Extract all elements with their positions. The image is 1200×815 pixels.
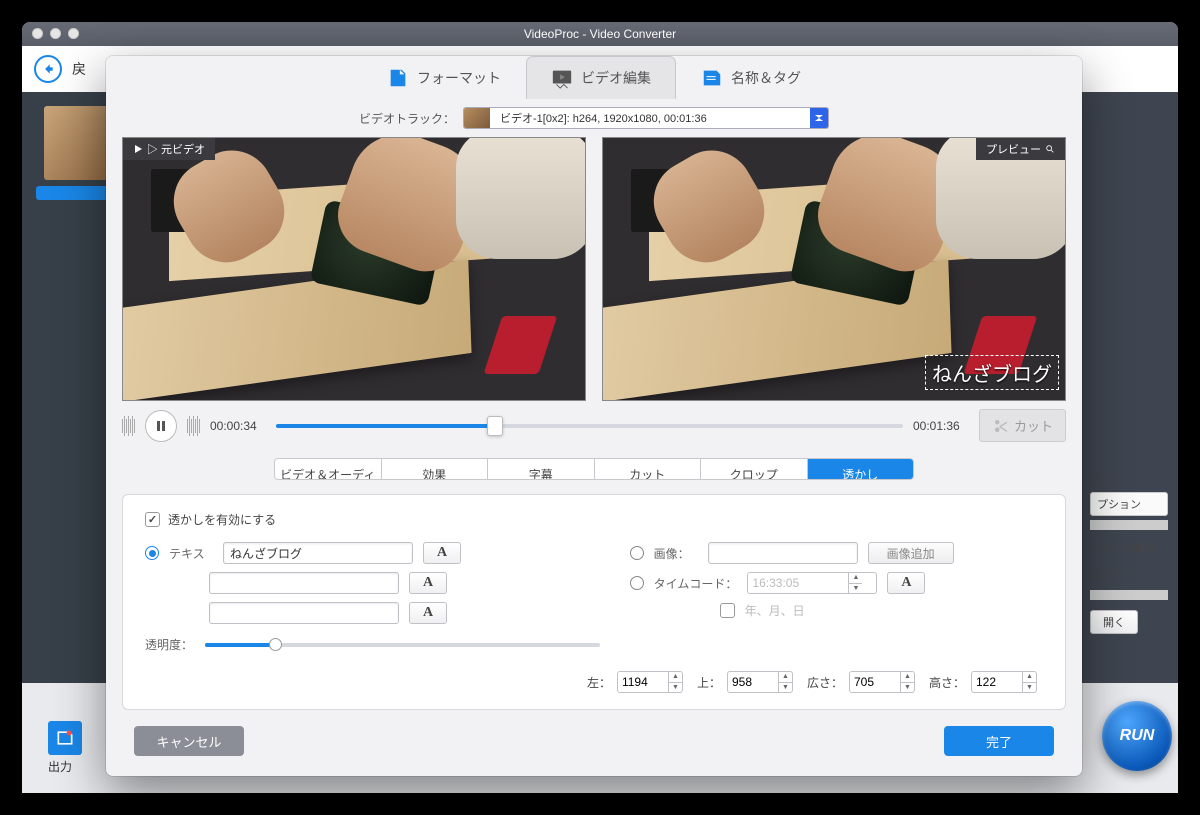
subtab-effect[interactable]: 効果 (382, 459, 489, 479)
output-label: 出力 (48, 758, 72, 775)
tab-format[interactable]: フォーマット (362, 56, 526, 99)
side-options: ジン： プション ーレース解除 コピー ? 開く (1080, 466, 1178, 634)
radio-timecode[interactable] (630, 576, 644, 590)
width-stepper[interactable]: ▲▼ (849, 671, 915, 693)
subtab-crop[interactable]: クロップ (701, 459, 808, 479)
track-label: ビデオトラック： (359, 110, 455, 127)
format-icon (387, 67, 409, 89)
preview-area: ▷ 元ビデオ ねんざブログ プレビュー (106, 137, 1082, 401)
track-value: ビデオ-1[0x2]: h264, 1920x1080, 00:01:36 (490, 110, 810, 126)
subtab-subtitle[interactable]: 字幕 (488, 459, 595, 479)
ok-button[interactable]: 完了 (944, 726, 1054, 756)
add-image-button[interactable]: 画像追加 (868, 542, 954, 564)
opacity-slider[interactable] (205, 643, 600, 647)
watermark-panel: 透かしを有効にする テキス A A A 透明度： (122, 494, 1066, 710)
watermark-text-input-2[interactable] (209, 572, 399, 594)
enable-watermark-label: 透かしを有効にする (168, 511, 276, 528)
close-dot[interactable] (32, 28, 43, 39)
font-button-tc[interactable]: A (887, 572, 925, 594)
font-button-3[interactable]: A (409, 602, 447, 624)
tab-name-tag[interactable]: 名称＆タグ (676, 56, 826, 99)
timecode-stepper[interactable]: ▲▼ (747, 572, 877, 594)
track-dropdown-icon (810, 108, 828, 128)
player-controls: 00:00:34 00:01:36 カット (106, 401, 1082, 446)
height-stepper[interactable]: ▲▼ (971, 671, 1037, 693)
min-dot[interactable] (50, 28, 61, 39)
run-button[interactable]: RUN (1102, 701, 1172, 771)
name-tag-icon (701, 67, 723, 89)
seek-bar[interactable] (276, 424, 903, 428)
dest-label: プレビュー (976, 138, 1065, 160)
max-dot[interactable] (68, 28, 79, 39)
titlebar: VideoProc - Video Converter (22, 22, 1178, 46)
track-thumb (464, 108, 490, 128)
opacity-knob[interactable] (269, 638, 282, 651)
enable-watermark-check[interactable] (145, 512, 160, 527)
video-track-row: ビデオトラック： ビデオ-1[0x2]: h264, 1920x1080, 00… (106, 99, 1082, 137)
time-current: 00:00:34 (210, 419, 266, 433)
watermark-text-input[interactable] (223, 542, 413, 564)
frame-grip-left[interactable] (122, 416, 135, 436)
watermark-overlay[interactable]: ねんざブログ (925, 355, 1059, 390)
top-stepper[interactable]: ▲▼ (727, 671, 793, 693)
font-button-2[interactable]: A (409, 572, 447, 594)
source-label: ▷ 元ビデオ (123, 138, 215, 160)
subtab-watermark[interactable]: 透かし (808, 459, 914, 479)
subtabs: ビデオ＆オーディオ 効果 字幕 カット クロップ 透かし (274, 458, 914, 480)
radio-text[interactable] (145, 546, 159, 560)
tab-video-edit[interactable]: ビデオ編集 (526, 56, 676, 99)
seek-knob[interactable] (487, 416, 503, 436)
watermark-text-input-3[interactable] (209, 602, 399, 624)
open-button[interactable]: 開く (1090, 610, 1138, 634)
video-edit-icon (551, 67, 573, 89)
subtab-va[interactable]: ビデオ＆オーディオ (275, 459, 382, 479)
back-button[interactable] (34, 55, 62, 83)
position-row: 左： ▲▼ 上： ▲▼ 広さ： ▲▼ 高さ： ▲▼ (145, 671, 1043, 693)
date-check[interactable] (720, 603, 735, 618)
time-total: 00:01:36 (913, 419, 969, 433)
track-select[interactable]: ビデオ-1[0x2]: h264, 1920x1080, 00:01:36 (463, 107, 829, 129)
left-stepper[interactable]: ▲▼ (617, 671, 683, 693)
radio-image[interactable] (630, 546, 644, 560)
back-label: 戻 (72, 59, 86, 79)
subtab-cut[interactable]: カット (595, 459, 702, 479)
cancel-button[interactable]: キャンセル (134, 726, 244, 756)
dest-preview: ねんざブログ プレビュー (602, 137, 1066, 401)
cut-button[interactable]: カット (979, 409, 1066, 442)
source-preview: ▷ 元ビデオ (122, 137, 586, 401)
watermark-image-path[interactable] (708, 542, 858, 564)
window-controls[interactable] (32, 28, 79, 39)
output-icon[interactable] (48, 721, 82, 755)
font-button-1[interactable]: A (423, 542, 461, 564)
dialog-footer: キャンセル 完了 (106, 710, 1082, 776)
dialog-tabs: フォーマット ビデオ編集 名称＆タグ (106, 56, 1082, 99)
window-title: VideoProc - Video Converter (524, 27, 676, 41)
edit-dialog: フォーマット ビデオ編集 名称＆タグ ビデオトラック： ビデオ-1[0x2]: … (106, 56, 1082, 776)
frame-grip-right[interactable] (187, 416, 200, 436)
pause-button[interactable] (145, 410, 177, 442)
